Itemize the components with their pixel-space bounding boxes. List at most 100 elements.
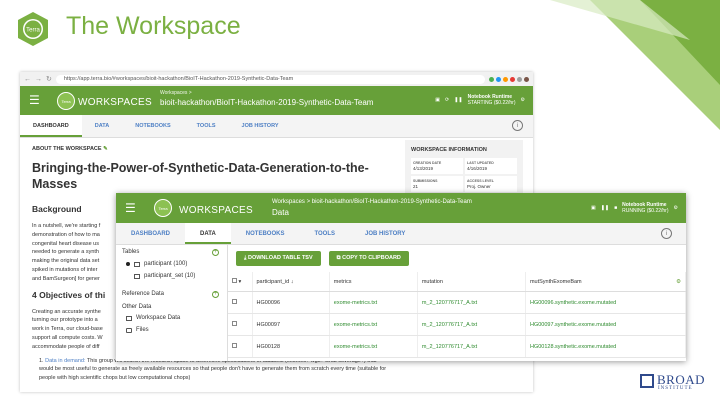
column-header[interactable]: metrics xyxy=(329,272,418,292)
hamburger-menu-icon[interactable]: ☰ xyxy=(29,94,40,106)
runtime-status: STARTING ($0.22/hr) xyxy=(467,100,516,106)
terminal-icon[interactable]: ▣ xyxy=(435,97,440,103)
reload-icon[interactable]: ↻ xyxy=(46,75,52,83)
copy-clipboard-button[interactable]: ⧉ COPY TO CLIPBOARD xyxy=(328,251,409,266)
table-cell-link[interactable]: HG00096.synthetic.exome.mutated xyxy=(525,291,686,314)
info-icon[interactable]: i xyxy=(512,120,523,131)
info-cell: ACCESS LEVEL Proj. Owner xyxy=(465,176,517,192)
broad-mark-icon xyxy=(640,374,654,389)
table-cell-link[interactable]: exome-metrics.txt xyxy=(329,313,418,336)
table-icon xyxy=(134,273,140,279)
table-icon xyxy=(126,315,132,321)
sidebar-item-participant[interactable]: participant (100) xyxy=(116,258,227,270)
data-in-demand-link[interactable]: Data in demand: xyxy=(45,358,85,364)
column-header[interactable]: participant_id ↓ xyxy=(252,272,330,292)
column-settings-gear-icon[interactable]: ⚙ xyxy=(676,279,681,285)
row-checkbox[interactable] xyxy=(228,335,253,358)
broad-institute-logo: BROAD INSTITUTE xyxy=(640,372,705,391)
table-cell-link[interactable]: m_2_120776717_A.txt xyxy=(417,291,526,314)
slide: Terra The Workspace ← → ↻ https://app.te… xyxy=(0,0,720,405)
info-cell: LAST UPDATED 4/16/2019 xyxy=(465,158,517,174)
table-cell-link[interactable]: HG00128.synthetic.exome.mutated xyxy=(525,335,686,358)
runtime-controls: ▣ ❚❚ ■ Notebook Runtime RUNNING ($0.22/h… xyxy=(591,202,678,214)
brand-workspaces: WORKSPACES xyxy=(179,205,253,216)
slide-title: The Workspace xyxy=(66,12,241,40)
table-cell-link[interactable]: m_2_120776717_A.txt xyxy=(417,313,526,336)
row-checkbox[interactable] xyxy=(228,291,253,314)
workspace-data-window: ☰ Terra WORKSPACES Workspaces > bioit-ha… xyxy=(116,193,686,361)
terminal-icon[interactable]: ▣ xyxy=(591,205,596,211)
app-header: ☰ Terra WORKSPACES Workspaces > bioit-ha… xyxy=(116,193,686,223)
terra-logo-text: Terra xyxy=(26,28,40,34)
table-cell-link[interactable]: exome-metrics.txt xyxy=(329,335,418,358)
info-icon[interactable]: i xyxy=(661,228,672,239)
tab-tools[interactable]: TOOLS xyxy=(299,223,350,244)
table-cell: HG00128 xyxy=(252,335,330,358)
tab-dashboard[interactable]: DASHBOARD xyxy=(20,115,82,137)
workspace-title: Bringing-the-Power-of-Synthetic-Data-Gen… xyxy=(32,161,369,191)
table-cell-link[interactable]: HG00097.synthetic.exome.mutated xyxy=(525,313,686,336)
refresh-icon[interactable]: ⟳ xyxy=(445,97,449,103)
tab-data[interactable]: DATA xyxy=(185,223,231,244)
breadcrumb[interactable]: Workspaces > xyxy=(160,90,192,96)
breadcrumb[interactable]: Workspaces > bioit-hackathon/BioIT-Hacka… xyxy=(272,199,472,205)
settings-gear-icon[interactable]: ⚙ xyxy=(674,205,678,211)
terra-badge-icon[interactable]: Terra xyxy=(57,92,75,110)
runtime-controls: ▣ ⟳ ❚❚ Notebook Runtime STARTING ($0.22/… xyxy=(435,94,525,106)
sidebar-item-files[interactable]: Files xyxy=(116,324,227,336)
tab-data[interactable]: DATA xyxy=(82,115,122,137)
table-row: HG00097 exome-metrics.txt m_2_120776717_… xyxy=(228,313,686,336)
data-sidebar: Tables + participant (100) participant_se… xyxy=(116,245,228,361)
data-main: ⤓ DOWNLOAD TABLE TSV ⧉ COPY TO CLIPBOARD… xyxy=(228,245,686,361)
table-cell-link[interactable]: m_2_120776717_A.txt xyxy=(417,335,526,358)
pause-icon[interactable]: ❚❚ xyxy=(454,97,462,103)
workspace-tabs: DASHBOARD DATA NOTEBOOKS TOOLS JOB HISTO… xyxy=(116,223,686,245)
folder-icon xyxy=(126,327,132,333)
table-cell-link[interactable]: exome-metrics.txt xyxy=(329,291,418,314)
add-table-icon[interactable]: + xyxy=(212,249,219,256)
reference-section: Reference Data + xyxy=(122,291,219,298)
workspace-name: bioit-hackathon/BioIT-Hackathon-2019-Syn… xyxy=(160,98,374,107)
browser-url-bar: ← → ↻ https://app.terra.bio/#workspaces/… xyxy=(20,72,533,86)
info-title: WORKSPACE INFORMATION xyxy=(411,147,487,153)
pause-icon[interactable]: ❚❚ xyxy=(601,205,609,211)
tab-job-history[interactable]: JOB HISTORY xyxy=(229,115,292,137)
terra-logo-icon: Terra xyxy=(18,12,48,46)
table-cell: HG00096 xyxy=(252,291,330,314)
back-icon[interactable]: ← xyxy=(24,76,31,83)
workspace-tabs: DASHBOARD DATA NOTEBOOKS TOOLS JOB HISTO… xyxy=(20,115,533,138)
data-table: ▾ participant_id ↓ metrics mutation mutS… xyxy=(228,272,686,358)
table-cell: HG00097 xyxy=(252,313,330,336)
other-data-section: Other Data xyxy=(122,304,152,310)
row-checkbox[interactable] xyxy=(228,313,253,336)
table-row: HG00128 exome-metrics.txt m_2_120776717_… xyxy=(228,335,686,358)
tab-dashboard[interactable]: DASHBOARD xyxy=(116,223,185,244)
settings-gear-icon[interactable]: ⚙ xyxy=(521,97,525,103)
table-row: HG00096 exome-metrics.txt m_2_120776717_… xyxy=(228,291,686,314)
address-field[interactable]: https://app.terra.bio/#workspaces/bioit-… xyxy=(55,74,485,84)
column-header[interactable]: mutSynthExomeBam ⚙ xyxy=(525,272,686,292)
sidebar-item-workspace-data[interactable]: Workspace Data xyxy=(116,312,227,324)
add-reference-icon[interactable]: + xyxy=(212,291,219,298)
tables-section: Tables + xyxy=(122,249,219,256)
info-cell: CREATION DATE 4/13/2019 xyxy=(411,158,463,174)
select-all-checkbox[interactable]: ▾ xyxy=(228,272,253,292)
tab-notebooks[interactable]: NOTEBOOKS xyxy=(231,223,300,244)
brand-workspaces: WORKSPACES xyxy=(78,97,152,108)
hamburger-menu-icon[interactable]: ☰ xyxy=(125,201,136,215)
table-header: ▾ participant_id ↓ metrics mutation mutS… xyxy=(228,272,686,292)
terra-badge-icon[interactable]: Terra xyxy=(154,199,172,217)
column-header[interactable]: mutation xyxy=(417,272,526,292)
edit-pencil-icon[interactable]: ✎ xyxy=(103,146,108,152)
forward-icon[interactable]: → xyxy=(35,76,42,83)
about-heading: ABOUT THE WORKSPACE ✎ xyxy=(32,146,108,152)
sidebar-item-participant-set[interactable]: participant_set (10) xyxy=(116,270,227,282)
tab-notebooks[interactable]: NOTEBOOKS xyxy=(122,115,183,137)
tab-tools[interactable]: TOOLS xyxy=(184,115,229,137)
stop-icon[interactable]: ■ xyxy=(614,205,617,211)
tab-job-history[interactable]: JOB HISTORY xyxy=(350,223,420,244)
download-tsv-button[interactable]: ⤓ DOWNLOAD TABLE TSV xyxy=(236,251,321,266)
selected-dot-icon xyxy=(126,262,130,266)
info-cell: SUBMISSIONS 21 xyxy=(411,176,463,192)
page-title: Data xyxy=(272,208,289,217)
